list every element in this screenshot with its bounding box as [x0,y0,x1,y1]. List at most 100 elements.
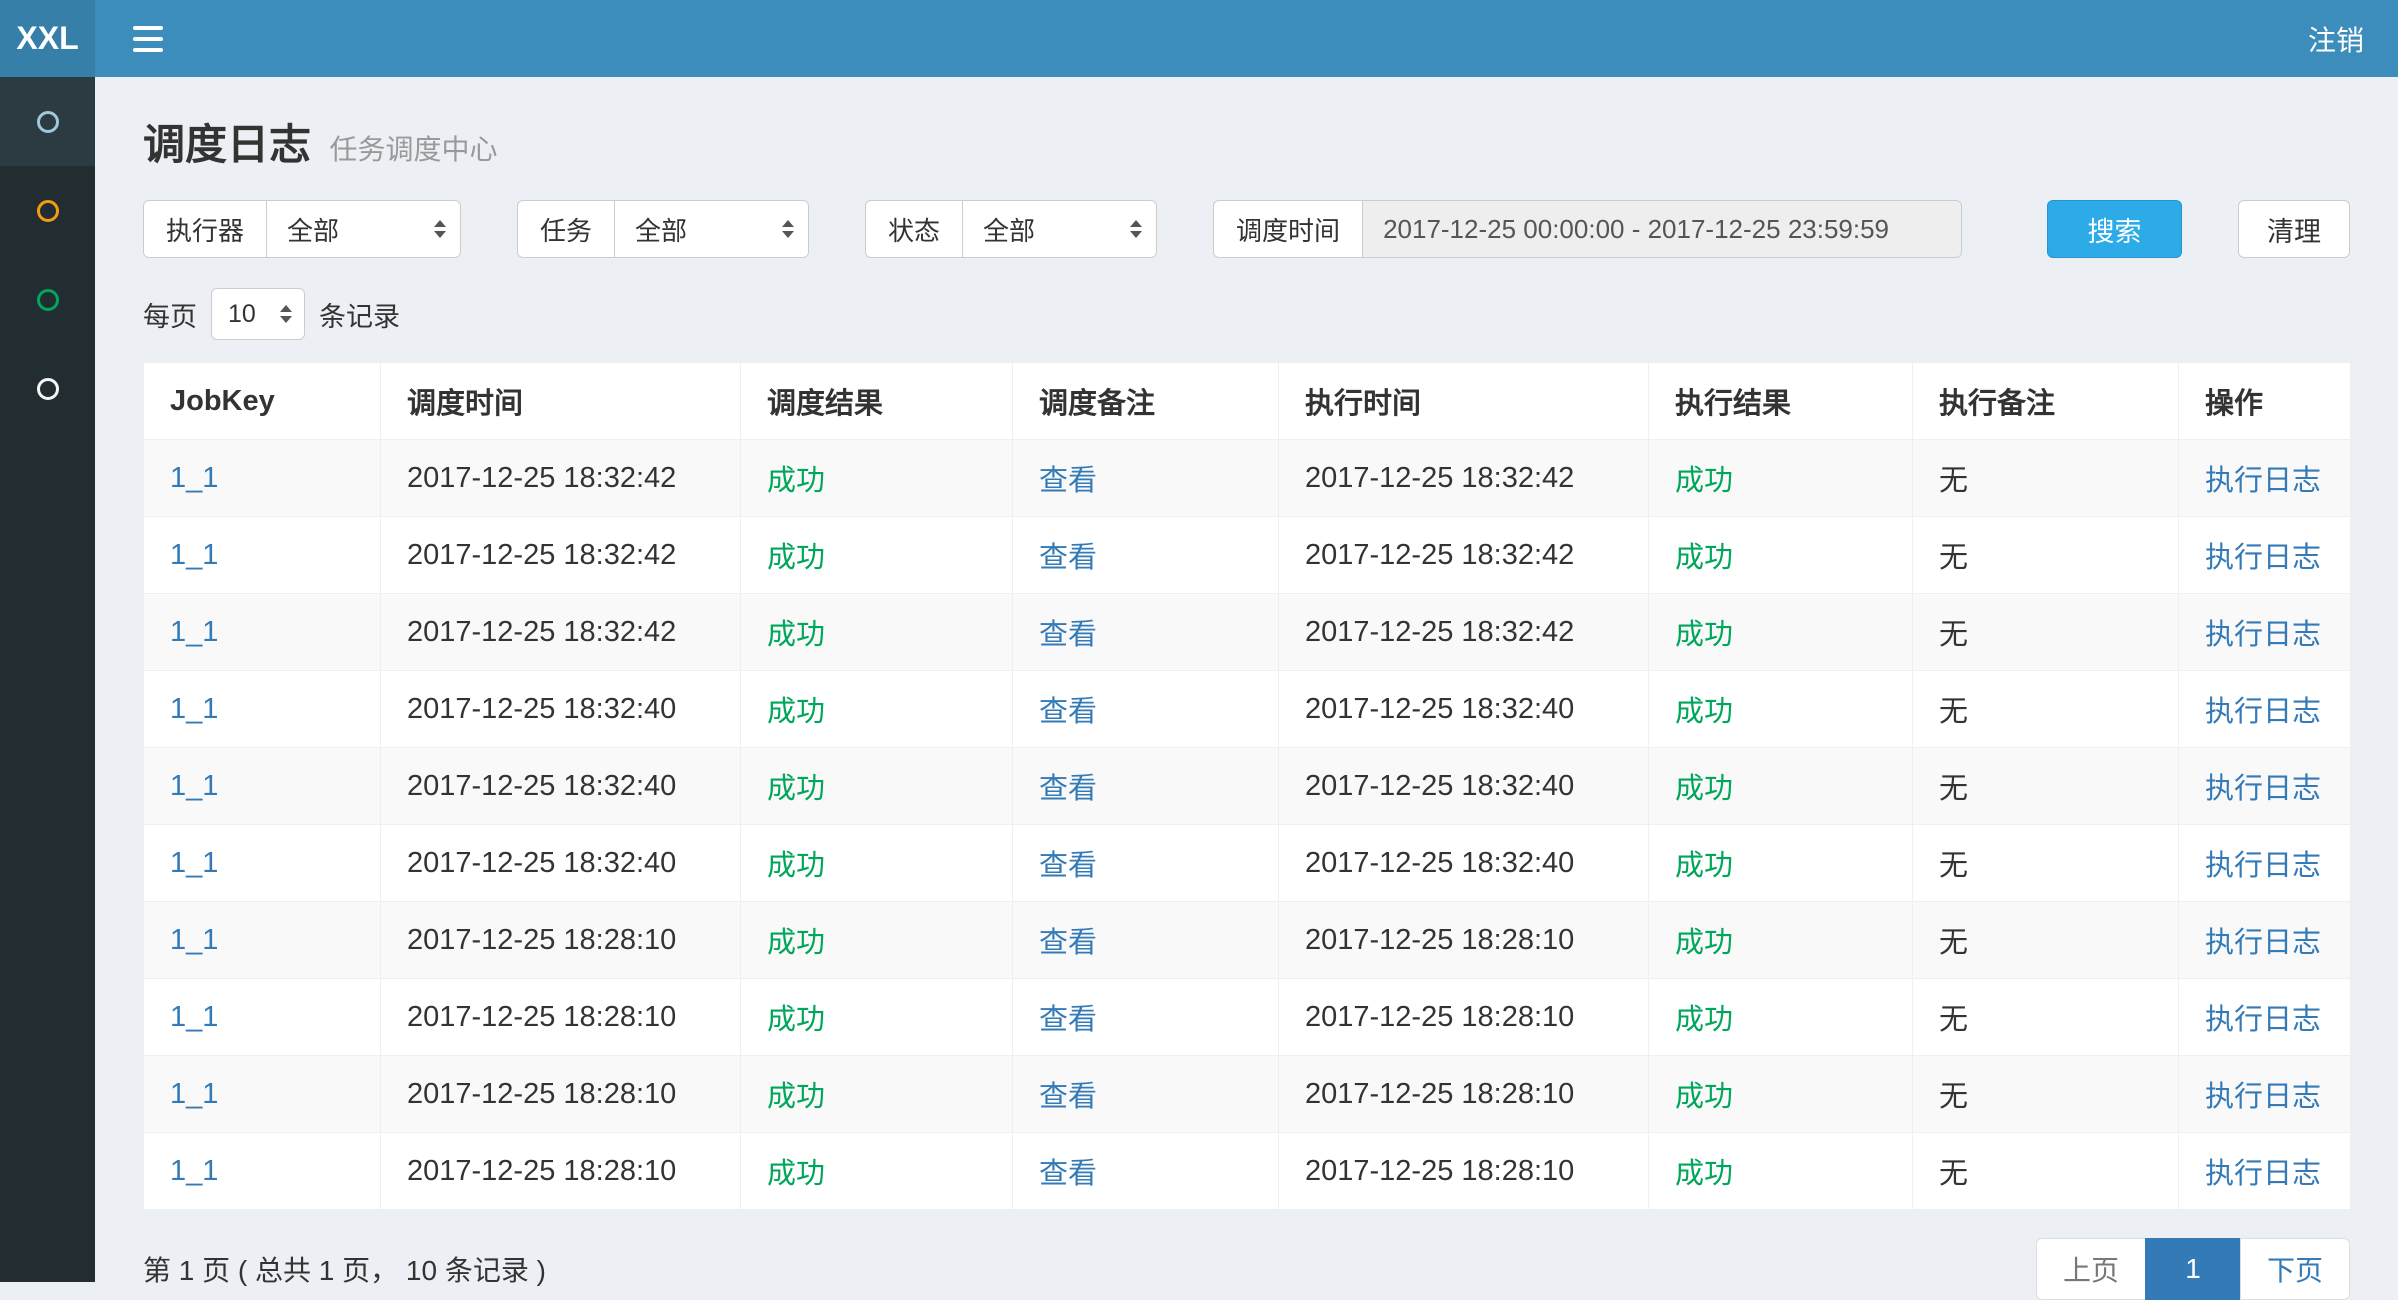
trigger-msg-cell: 查看 [1013,594,1279,671]
trigger-msg-cell: 查看 [1013,748,1279,825]
jobkey-link[interactable]: 1_1 [170,1001,218,1033]
exec-log-link[interactable]: 执行日志 [2205,619,2321,651]
log-table-row: 1_1 2017-12-25 18:28:10 成功 查看 2017-12-25… [144,979,2351,1056]
jobkey-link[interactable]: 1_1 [170,539,218,571]
jobkey-link[interactable]: 1_1 [170,462,218,494]
action-cell: 执行日志 [2179,902,2351,979]
page-number-active[interactable]: 1 [2145,1238,2241,1300]
jobkey-link[interactable]: 1_1 [170,616,218,648]
jobkey-link[interactable]: 1_1 [170,847,218,879]
navbar-main: 注销 [95,0,2398,77]
log-table-row: 1_1 2017-12-25 18:28:10 成功 查看 2017-12-25… [144,902,2351,979]
trigger-msg-link[interactable]: 查看 [1039,696,1097,728]
trigger-result-cell: 成功 [741,902,1013,979]
executor-filter-value: 全部 [287,211,339,248]
jobkey-cell: 1_1 [144,671,381,748]
trigger-msg-link[interactable]: 查看 [1039,1004,1097,1036]
status-filter-select[interactable]: 全部 [962,200,1157,258]
sidebar-item-4[interactable] [0,344,95,433]
executor-filter-select[interactable]: 全部 [266,200,461,258]
handle-time-cell: 2017-12-25 18:32:42 [1279,594,1649,671]
circle-icon [37,111,59,133]
exec-log-link[interactable]: 执行日志 [2205,1158,2321,1190]
col-header-handle-msg: 执行备注 [1913,363,2179,440]
trigger-msg-link[interactable]: 查看 [1039,1158,1097,1190]
job-filter-value: 全部 [635,211,687,248]
exec-log-link[interactable]: 执行日志 [2205,542,2321,574]
handle-result-cell: 成功 [1649,902,1913,979]
sidebar-item-2[interactable] [0,166,95,255]
jobkey-cell: 1_1 [144,594,381,671]
status-filter-group: 状态 全部 [865,200,1157,258]
next-page-button[interactable]: 下页 [2240,1238,2350,1300]
executor-filter-group: 执行器 全部 [143,200,461,258]
trigger-msg-link[interactable]: 查看 [1039,465,1097,497]
exec-log-link[interactable]: 执行日志 [2205,1081,2321,1113]
handle-time-cell: 2017-12-25 18:32:42 [1279,517,1649,594]
exec-log-link[interactable]: 执行日志 [2205,696,2321,728]
jobkey-link[interactable]: 1_1 [170,1155,218,1187]
action-cell: 执行日志 [2179,825,2351,902]
jobkey-cell: 1_1 [144,748,381,825]
log-table-row: 1_1 2017-12-25 18:28:10 成功 查看 2017-12-25… [144,1133,2351,1210]
jobkey-link[interactable]: 1_1 [170,770,218,802]
log-table-row: 1_1 2017-12-25 18:32:42 成功 查看 2017-12-25… [144,594,2351,671]
trigger-time-cell: 2017-12-25 18:28:10 [381,1133,741,1210]
trigger-time-cell: 2017-12-25 18:28:10 [381,902,741,979]
jobkey-cell: 1_1 [144,517,381,594]
trigger-msg-link[interactable]: 查看 [1039,773,1097,805]
jobkey-link[interactable]: 1_1 [170,1078,218,1110]
jobkey-cell: 1_1 [144,1056,381,1133]
pagination-summary: 第 1 页 ( 总共 1 页， 10 条记录 ) [143,1249,546,1289]
trigger-msg-link[interactable]: 查看 [1039,927,1097,959]
handle-msg-cell: 无 [1913,671,2179,748]
job-filter-label: 任务 [517,200,614,258]
action-cell: 执行日志 [2179,671,2351,748]
handle-result-cell: 成功 [1649,440,1913,517]
trigger-msg-link[interactable]: 查看 [1039,542,1097,574]
app-logo[interactable]: XXL [0,0,95,77]
col-header-action: 操作 [2179,363,2351,440]
clear-button[interactable]: 清理 [2238,200,2350,258]
jobkey-link[interactable]: 1_1 [170,693,218,725]
handle-time-cell: 2017-12-25 18:28:10 [1279,1133,1649,1210]
handle-msg-cell: 无 [1913,1133,2179,1210]
handle-time-cell: 2017-12-25 18:32:40 [1279,748,1649,825]
trigger-msg-link[interactable]: 查看 [1039,1081,1097,1113]
trigger-time-cell: 2017-12-25 18:32:42 [381,594,741,671]
exec-log-link[interactable]: 执行日志 [2205,773,2321,805]
trigger-msg-cell: 查看 [1013,1056,1279,1133]
jobkey-link[interactable]: 1_1 [170,924,218,956]
search-button[interactable]: 搜索 [2047,200,2182,258]
trigger-msg-cell: 查看 [1013,825,1279,902]
trigger-time-cell: 2017-12-25 18:32:40 [381,825,741,902]
logout-link[interactable]: 注销 [2308,19,2364,59]
col-header-handle-result: 执行结果 [1649,363,1913,440]
select-stepper-icon [1130,220,1142,238]
handle-result-cell: 成功 [1649,1133,1913,1210]
sidebar-item-3[interactable] [0,255,95,344]
handle-result-cell: 成功 [1649,1056,1913,1133]
log-table-row: 1_1 2017-12-25 18:32:42 成功 查看 2017-12-25… [144,517,2351,594]
action-cell: 执行日志 [2179,517,2351,594]
exec-log-link[interactable]: 执行日志 [2205,850,2321,882]
sidebar-toggle-icon[interactable] [129,20,167,58]
exec-log-link[interactable]: 执行日志 [2205,465,2321,497]
dispatch-log-table: JobKey 调度时间 调度结果 调度备注 执行时间 执行结果 执行备注 操作 … [143,362,2351,1210]
log-table-row: 1_1 2017-12-25 18:32:40 成功 查看 2017-12-25… [144,748,2351,825]
sidebar-item-1[interactable] [0,77,95,166]
main-content: 调度日志 任务调度中心 执行器 全部 任务 全部 状态 全部 [95,77,2398,1300]
exec-log-link[interactable]: 执行日志 [2205,1004,2321,1036]
page-size-select[interactable]: 10 [211,288,305,340]
action-cell: 执行日志 [2179,440,2351,517]
prev-page-button[interactable]: 上页 [2036,1238,2146,1300]
trigger-time-range-input[interactable]: 2017-12-25 00:00:00 - 2017-12-25 23:59:5… [1362,200,1962,258]
trigger-time-cell: 2017-12-25 18:28:10 [381,1056,741,1133]
trigger-msg-link[interactable]: 查看 [1039,850,1097,882]
top-navbar: XXL 注销 [0,0,2398,77]
trigger-msg-link[interactable]: 查看 [1039,619,1097,651]
status-filter-label: 状态 [865,200,962,258]
exec-log-link[interactable]: 执行日志 [2205,927,2321,959]
handle-result-cell: 成功 [1649,825,1913,902]
job-filter-select[interactable]: 全部 [614,200,809,258]
